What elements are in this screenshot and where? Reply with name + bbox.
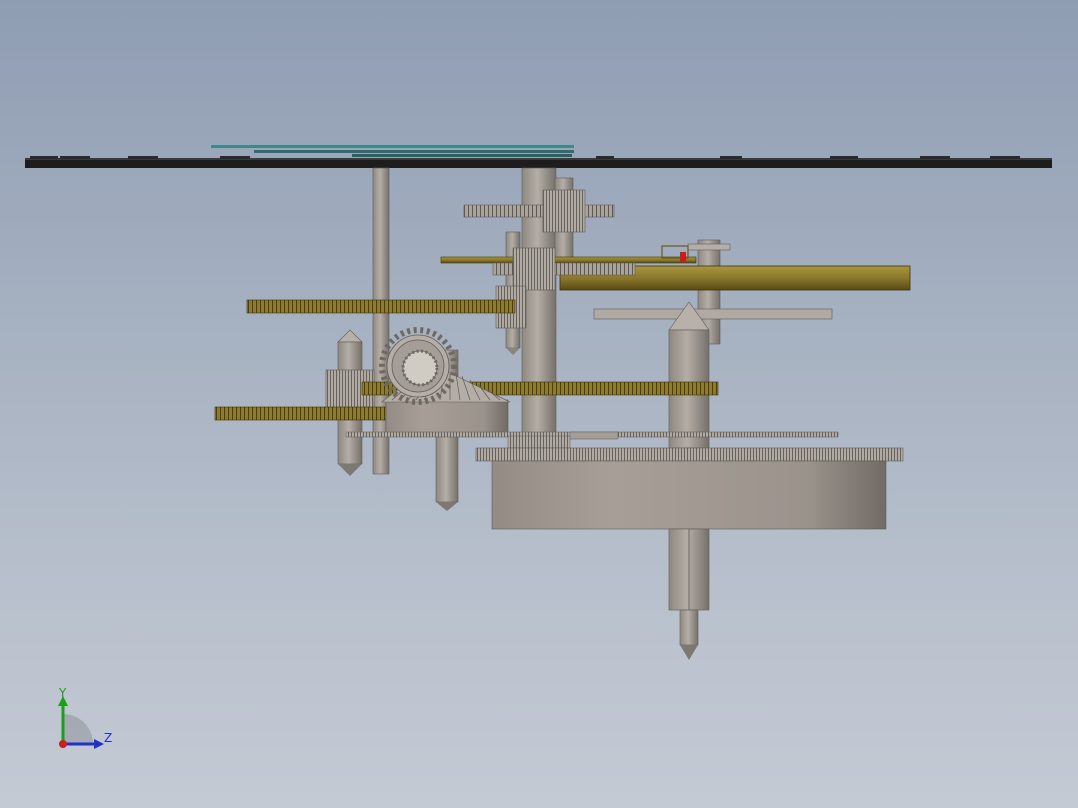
x-axis-dot [59,740,67,748]
collet[interactable] [569,431,619,440]
mainspring-barrel[interactable] [475,447,904,530]
orientation-triad[interactable]: Y Z [50,686,120,758]
pointed-pin-left[interactable] [325,329,375,476]
brass-wheel-3[interactable] [214,406,388,421]
brass-arm[interactable] [440,256,697,264]
z-axis-label: Z [104,731,113,745]
y-axis-label: Y [59,686,67,700]
pointed-post-right[interactable] [668,301,710,449]
main-plate[interactable] [25,156,1052,168]
red-marker [680,252,686,262]
steel-bridge[interactable] [593,308,833,320]
cad-model-canvas[interactable] [0,0,1078,808]
brass-wheel-1[interactable] [246,299,516,314]
glass-cover[interactable] [211,145,574,157]
graphics-viewport[interactable]: Y Z [0,0,1078,808]
pinion-small[interactable] [507,435,571,449]
barrel-arbor[interactable] [668,528,710,660]
